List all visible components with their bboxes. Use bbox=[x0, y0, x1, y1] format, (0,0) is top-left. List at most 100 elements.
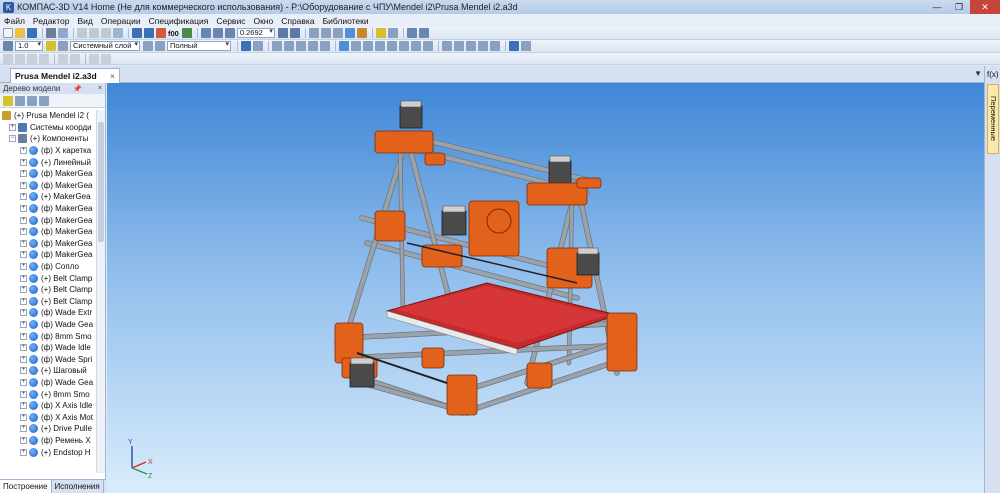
tree-item[interactable]: + (ф) Сопло bbox=[0, 261, 96, 273]
printer-model[interactable]: X Y Z bbox=[107, 83, 984, 493]
expand-toggle-icon[interactable]: + bbox=[20, 216, 27, 224]
library-icon[interactable] bbox=[406, 28, 417, 38]
expand-toggle-icon[interactable]: + bbox=[20, 297, 27, 305]
print-icon[interactable] bbox=[46, 28, 56, 38]
variables-tab[interactable]: Переменные bbox=[987, 84, 999, 154]
expand-toggle-icon[interactable]: + bbox=[20, 344, 27, 352]
menu-service[interactable]: Сервис bbox=[216, 16, 245, 26]
menu-view[interactable]: Вид bbox=[78, 16, 93, 26]
expand-toggle-icon[interactable]: + bbox=[20, 181, 27, 189]
save-icon[interactable] bbox=[27, 28, 37, 38]
tree-item[interactable]: + (+) 8mm Smo bbox=[0, 388, 96, 400]
tree-scroll-thumb[interactable] bbox=[98, 122, 104, 242]
menu-file[interactable]: Файл bbox=[4, 16, 25, 26]
tree-item[interactable]: + (+) MakerGea bbox=[0, 191, 96, 203]
expand-toggle-icon[interactable]: + bbox=[20, 274, 27, 282]
expand-toggle-icon[interactable]: + bbox=[20, 378, 27, 386]
expand-toggle-icon[interactable]: − bbox=[9, 135, 16, 143]
constraints-icon[interactable] bbox=[339, 41, 349, 51]
concentric-icon[interactable] bbox=[399, 41, 409, 51]
open-folder-icon[interactable] bbox=[15, 28, 25, 38]
perpendicular-icon[interactable] bbox=[375, 41, 385, 51]
tree-item[interactable]: + (ф) Ремень X bbox=[0, 435, 96, 447]
3d-viewport[interactable]: X Y Z bbox=[107, 83, 984, 493]
tree-item[interactable]: + (ф) MakerGea bbox=[0, 226, 96, 238]
tree-item[interactable]: + (ф) MakerGea bbox=[0, 203, 96, 215]
expand-toggle-icon[interactable]: + bbox=[20, 251, 27, 259]
tree-item[interactable]: + (ф) Wade Extr bbox=[0, 307, 96, 319]
tree-item[interactable]: + (ф) MakerGea bbox=[0, 214, 96, 226]
tree-item[interactable]: + (ф) X Axis Mot bbox=[0, 411, 96, 423]
menu-specification[interactable]: Спецификация bbox=[149, 16, 209, 26]
expand-toggle-icon[interactable]: + bbox=[20, 286, 27, 294]
fix-icon[interactable] bbox=[442, 41, 452, 51]
mode-combo[interactable]: Полный bbox=[167, 41, 231, 51]
expand-toggle-icon[interactable]: + bbox=[20, 309, 27, 317]
coincidence-icon[interactable] bbox=[351, 41, 361, 51]
maximize-button[interactable]: ❐ bbox=[948, 0, 970, 14]
zoom-window-icon[interactable] bbox=[224, 28, 235, 38]
orientation-icon[interactable] bbox=[241, 41, 251, 51]
layer-manager-icon[interactable] bbox=[58, 41, 68, 51]
menu-help[interactable]: Справка bbox=[281, 16, 314, 26]
tree-item[interactable]: + (ф) MakerGea bbox=[0, 238, 96, 250]
tree-item[interactable]: + (ф) Wade Gea bbox=[0, 377, 96, 389]
tree-scrollbar[interactable] bbox=[96, 110, 105, 473]
distance-icon[interactable] bbox=[411, 41, 421, 51]
wireframe-icon[interactable] bbox=[308, 28, 319, 38]
hidden-lines-icon[interactable] bbox=[320, 28, 331, 38]
tree-item[interactable]: + (ф) Wade Idle bbox=[0, 342, 96, 354]
zoom-in-icon[interactable] bbox=[200, 28, 211, 38]
expand-toggle-icon[interactable]: + bbox=[20, 390, 27, 398]
expand-toggle-icon[interactable]: + bbox=[20, 147, 27, 155]
redo-icon[interactable] bbox=[144, 28, 154, 38]
tree-item[interactable]: + Системы коорди bbox=[0, 122, 96, 134]
layer-state-icon[interactable] bbox=[143, 41, 153, 51]
expand-toggle-icon[interactable]: + bbox=[20, 320, 27, 328]
tree-item[interactable]: + (ф) Wade Spri bbox=[0, 353, 96, 365]
section-icon[interactable] bbox=[296, 41, 306, 51]
mate-icon[interactable] bbox=[490, 41, 500, 51]
close-panel-icon[interactable]: × bbox=[98, 85, 102, 92]
more-icon[interactable] bbox=[521, 41, 531, 51]
tree-item[interactable]: + (ф) 8mm Smo bbox=[0, 330, 96, 342]
tree-icon[interactable] bbox=[272, 41, 282, 51]
tree-sort-icon[interactable] bbox=[39, 95, 49, 106]
help-icon[interactable] bbox=[181, 28, 192, 38]
expand-toggle-icon[interactable]: + bbox=[20, 228, 27, 236]
tree-item[interactable]: + (ф) MakerGea bbox=[0, 249, 96, 261]
insert-component-icon[interactable] bbox=[509, 41, 519, 51]
undo-icon[interactable] bbox=[132, 28, 142, 38]
paste-icon[interactable] bbox=[101, 28, 111, 38]
snap-icon[interactable] bbox=[3, 41, 13, 51]
manager-icon[interactable] bbox=[418, 28, 429, 38]
scale-combo[interactable]: 1.0 bbox=[15, 41, 43, 51]
copy-icon[interactable] bbox=[89, 28, 99, 38]
tree-item[interactable]: + (+) Belt Clamp bbox=[0, 272, 96, 284]
angle-icon[interactable] bbox=[423, 41, 433, 51]
expand-toggle-icon[interactable]: + bbox=[20, 448, 27, 456]
tangent-icon[interactable] bbox=[387, 41, 397, 51]
expand-toggle-icon[interactable]: + bbox=[20, 367, 27, 375]
menu-editor[interactable]: Редактор bbox=[33, 16, 70, 26]
shaded-icon[interactable] bbox=[344, 28, 355, 38]
tree-item[interactable]: + (ф) X Axis Idle bbox=[0, 400, 96, 412]
expand-toggle-icon[interactable]: + bbox=[20, 239, 27, 247]
menu-window[interactable]: Окно bbox=[253, 16, 273, 26]
expand-toggle-icon[interactable]: + bbox=[20, 413, 27, 421]
rotate-component-icon[interactable] bbox=[466, 41, 476, 51]
tab-list-dropdown-icon[interactable]: ▼ bbox=[974, 69, 982, 78]
tree-item[interactable]: + (ф) MakerGea bbox=[0, 168, 96, 180]
tree-item[interactable]: + (+) Шаговый bbox=[0, 365, 96, 377]
tree-view-icon[interactable] bbox=[15, 95, 25, 106]
parallel-icon[interactable] bbox=[363, 41, 373, 51]
expand-toggle-icon[interactable]: + bbox=[20, 355, 27, 363]
menu-operations[interactable]: Операции bbox=[101, 16, 141, 26]
tree-item[interactable]: + (+) Drive Pulle bbox=[0, 423, 96, 435]
thin-lines-icon[interactable] bbox=[332, 28, 343, 38]
tree-item[interactable]: + (ф) MakerGea bbox=[0, 180, 96, 192]
shaded-edges-icon[interactable] bbox=[356, 28, 367, 38]
expand-toggle-icon[interactable]: + bbox=[20, 332, 27, 340]
properties-icon[interactable] bbox=[113, 28, 123, 38]
perspective-icon[interactable] bbox=[308, 41, 318, 51]
